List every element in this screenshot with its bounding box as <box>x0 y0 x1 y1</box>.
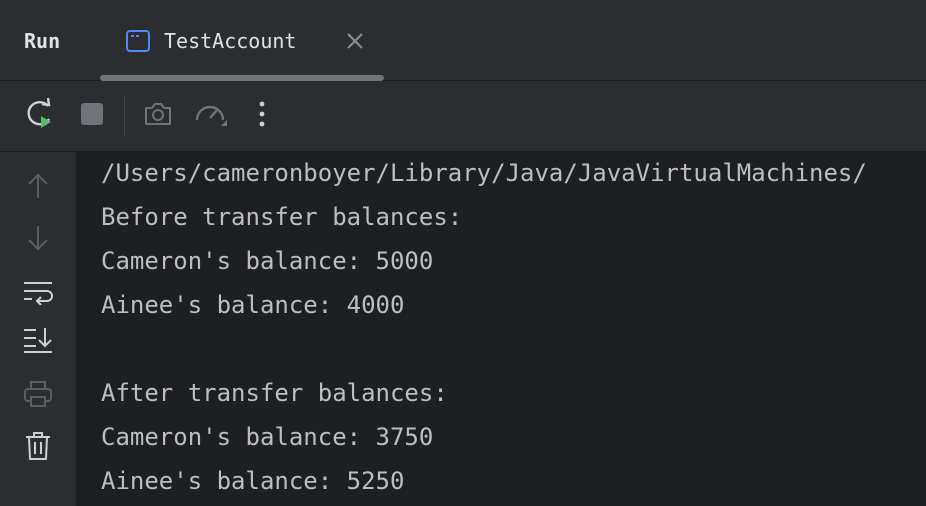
close-icon[interactable] <box>344 30 366 52</box>
previous-occurrence-button[interactable] <box>20 170 56 206</box>
console-output[interactable]: /Users/cameronboyer/Library/Java/JavaVir… <box>76 152 926 506</box>
dump-threads-button[interactable] <box>140 98 176 134</box>
up-arrow-icon <box>26 172 50 204</box>
console-line: Ainee's balance: 5250 <box>101 467 405 495</box>
console-line: Before transfer balances: <box>101 203 463 231</box>
print-button[interactable] <box>20 378 56 414</box>
trash-icon <box>25 431 51 465</box>
camera-icon <box>143 101 173 131</box>
console-line: Cameron's balance: 3750 <box>101 423 434 451</box>
toolbar-separator <box>124 97 125 135</box>
console-line: After transfer balances: <box>101 379 448 407</box>
console-line: Cameron's balance: 5000 <box>101 247 434 275</box>
run-toolbar <box>0 81 926 152</box>
profiler-icon <box>193 98 229 134</box>
print-icon <box>23 380 53 412</box>
console-line: /Users/cameronboyer/Library/Java/JavaVir… <box>101 159 867 187</box>
soft-wrap-button[interactable] <box>20 276 56 312</box>
tab-testaccount[interactable]: TestAccount <box>100 0 384 80</box>
rerun-icon <box>24 97 58 135</box>
more-options-button[interactable] <box>244 98 280 134</box>
next-occurrence-button[interactable] <box>20 222 56 258</box>
tool-window-header: Run TestAccount <box>0 0 926 81</box>
scroll-to-end-icon <box>23 326 53 358</box>
clear-all-button[interactable] <box>20 430 56 466</box>
scroll-to-end-button[interactable] <box>20 324 56 360</box>
stop-button[interactable] <box>74 98 110 134</box>
soft-wrap-icon <box>23 279 53 309</box>
console-gutter <box>0 152 76 506</box>
down-arrow-icon <box>26 224 50 256</box>
tool-window-title: Run <box>24 29 61 53</box>
profiler-button[interactable] <box>193 98 229 134</box>
console-line: Ainee's balance: 4000 <box>101 291 405 319</box>
console-window-icon <box>126 30 150 52</box>
tab-label: TestAccount <box>164 29 297 53</box>
stop-icon <box>80 102 104 130</box>
run-tool-window: Run TestAccount /Users/cameronboyer/Libr… <box>0 0 926 506</box>
rerun-button[interactable] <box>23 97 59 135</box>
more-options-icon <box>258 100 266 132</box>
